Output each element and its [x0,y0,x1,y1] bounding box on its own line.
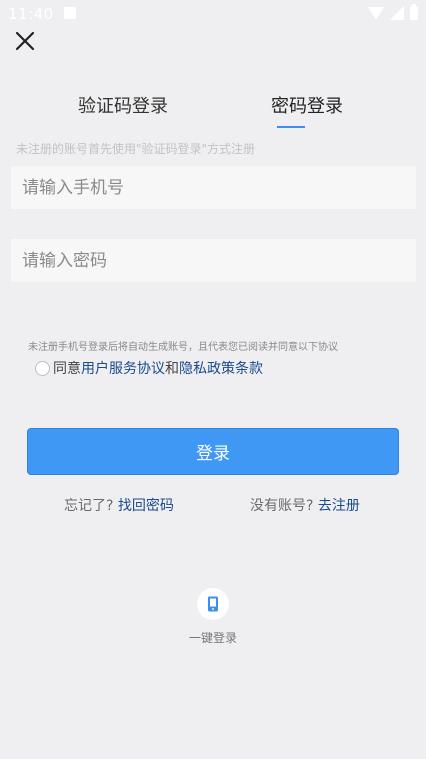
phone-icon [208,596,218,612]
one-key-login-label: 一键登录 [189,631,238,645]
status-icons [368,4,418,20]
agree-and: 和 [165,361,179,377]
close-icon [15,31,35,51]
one-key-login-button[interactable] [197,588,229,620]
login-button[interactable]: 登录 [27,428,399,475]
service-agreement-link[interactable]: 用户服务协议 [81,358,165,378]
phone-input[interactable] [11,166,416,209]
status-bar: 11:40 [0,0,426,28]
forgot-password-row: 忘记了? 找回密码 [64,495,174,515]
login-tabs: 验证码登录 密码登录 [0,92,426,132]
close-button[interactable] [12,28,38,54]
recover-password-link[interactable]: 找回密码 [118,498,174,514]
privacy-policy-link[interactable]: 隐私政策条款 [179,358,263,378]
agreement-note: 未注册手机号登录后将自动生成账号，且代表您已阅读并同意以下协议 [28,342,338,353]
signal-icon [390,6,404,20]
forgot-text: 忘记了? [64,498,114,514]
tab-password-login[interactable]: 密码登录 [271,92,343,118]
status-time: 11:40 [8,5,54,23]
active-tab-indicator [277,126,305,128]
agreement-row: 同意 用户服务协议 和 隐私政策条款 [35,358,263,378]
register-row: 没有账号? 去注册 [250,495,360,515]
register-hint: 未注册的账号首先使用"验证码登录"方式注册 [16,142,256,156]
agree-prefix: 同意 [53,361,81,377]
battery-icon [410,4,418,20]
wifi-icon [368,6,384,20]
agree-checkbox[interactable] [35,360,50,376]
register-link[interactable]: 去注册 [318,498,360,514]
password-input[interactable] [11,239,416,282]
tab-sms-login[interactable]: 验证码登录 [78,92,168,118]
register-text: 没有账号? [250,498,314,514]
notification-icon [64,7,76,19]
